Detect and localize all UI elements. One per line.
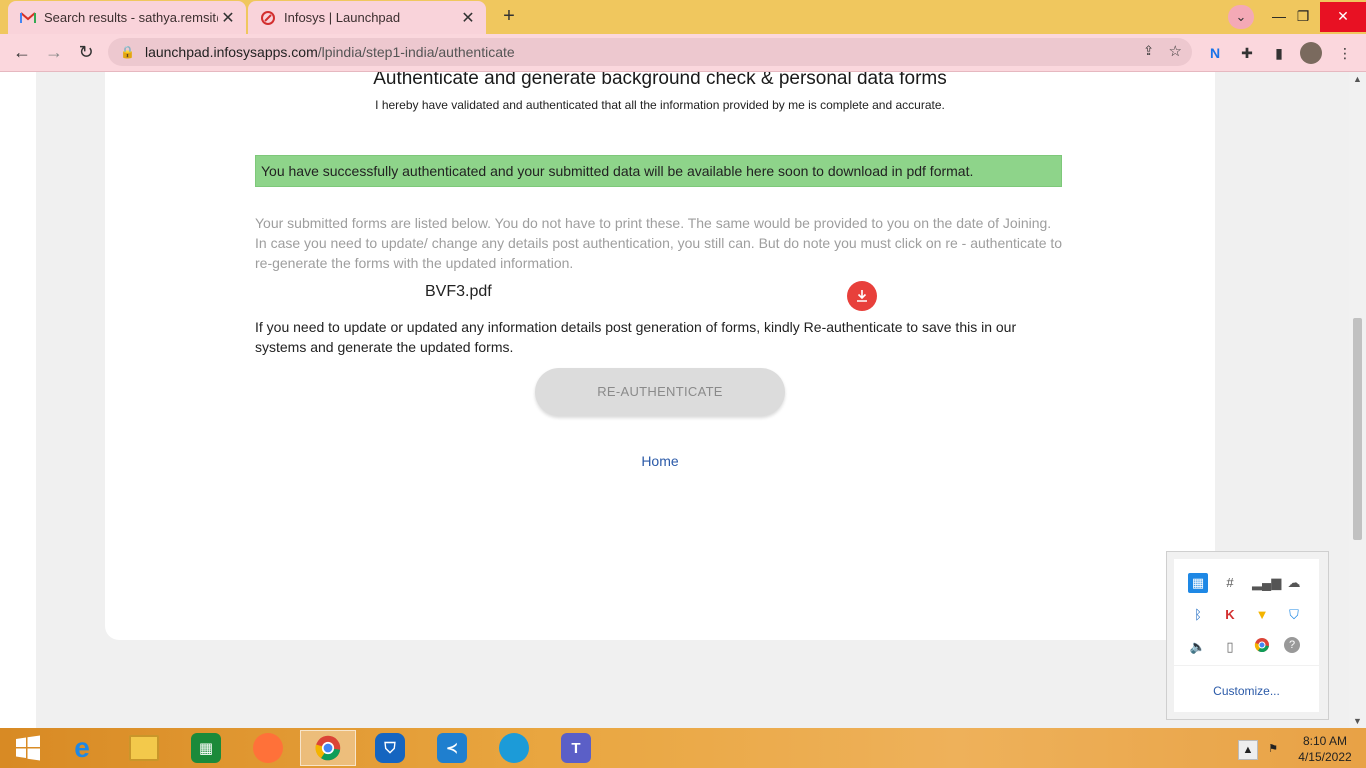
help-icon[interactable]: ? <box>1284 637 1300 653</box>
file-name: BVF3.pdf <box>425 283 492 300</box>
success-alert: You have successfully authenticated and … <box>255 155 1062 187</box>
gmail-icon <box>20 10 36 26</box>
tray-icons-grid: ▦ # ▂▄▆ ☁ ᛒ K ▼ ⛉ 🔈 ▯ ? <box>1174 559 1319 665</box>
share-icon[interactable]: ⇪ <box>1143 43 1154 59</box>
defender-shield-icon[interactable]: ⛉ <box>1284 605 1304 625</box>
close-window-icon[interactable]: ✕ <box>1320 2 1366 32</box>
tab-gmail-search[interactable]: Search results - sathya.remsit@g ✕ <box>8 1 246 34</box>
defender-taskbar-icon[interactable]: ⛉ <box>362 730 418 766</box>
scroll-up-icon[interactable]: ▲ <box>1349 74 1366 84</box>
signal-bars-icon[interactable]: ▂▄▆ <box>1252 573 1281 593</box>
launchpad-icon <box>260 10 276 26</box>
bluetooth-icon[interactable]: ᛒ <box>1188 605 1208 625</box>
wps-icon[interactable]: ▼ <box>1252 605 1272 625</box>
tab-search-icon[interactable]: ⌄ <box>1228 5 1254 29</box>
extension-n-icon[interactable]: N <box>1204 42 1226 64</box>
forward-button[interactable]: → <box>42 40 66 64</box>
download-icon[interactable] <box>847 281 877 311</box>
url-host: launchpad.infosysapps.com <box>144 44 318 60</box>
file-explorer-icon[interactable] <box>116 730 172 766</box>
bookmark-star-icon[interactable]: ☆ <box>1169 42 1182 60</box>
speaker-icon[interactable]: 🔈 <box>1188 637 1208 657</box>
home-link[interactable]: Home <box>105 453 1215 469</box>
chrome-taskbar-icon[interactable] <box>300 730 356 766</box>
show-hidden-icons-button[interactable]: ▲ <box>1238 740 1258 760</box>
tab-title: Infosys | Launchpad <box>284 10 401 25</box>
extensions-puzzle-icon[interactable]: ✚ <box>1236 42 1258 64</box>
url-path: /lpindia/step1-india/authenticate <box>317 44 515 60</box>
address-bar[interactable]: 🔒 launchpad.infosysapps.com/lpindia/step… <box>108 38 1192 66</box>
action-center-flag-icon[interactable]: ⚑ <box>1264 740 1282 758</box>
tab-strip: Search results - sathya.remsit@g ✕ Infos… <box>0 0 1366 34</box>
page-viewport: Authenticate and generate background che… <box>0 72 1349 728</box>
tray-app-blue-icon[interactable]: ▦ <box>1188 573 1208 593</box>
cloud-warning-icon[interactable]: ☁ <box>1284 573 1304 593</box>
tab-infosys-launchpad[interactable]: Infosys | Launchpad ✕ <box>248 1 486 34</box>
page-scrollbar[interactable]: ▲ ▼ <box>1349 72 1366 728</box>
clock-time: 8:10 AM <box>1302 734 1348 748</box>
menu-kebab-icon[interactable]: ⋮ <box>1334 42 1356 64</box>
profile-avatar[interactable] <box>1300 42 1322 64</box>
page-title: Authenticate and generate background che… <box>373 72 947 89</box>
tab-title: Search results - sathya.remsit@g <box>44 10 218 25</box>
lock-icon: 🔒 <box>120 45 135 59</box>
start-button[interactable] <box>0 730 56 766</box>
close-tab-icon[interactable]: ✕ <box>218 8 238 28</box>
battery-icon[interactable]: ▯ <box>1220 637 1240 657</box>
scroll-thumb[interactable] <box>1353 318 1362 540</box>
new-tab-button[interactable]: + <box>496 5 522 29</box>
side-panel-icon[interactable]: ▮ <box>1268 42 1290 64</box>
internet-explorer-icon[interactable]: e <box>54 730 110 766</box>
authenticate-card: Authenticate and generate background che… <box>105 72 1215 640</box>
edge-icon[interactable] <box>486 730 542 766</box>
chrome-icon[interactable] <box>1252 637 1272 657</box>
page-subtitle: I hereby have validated and authenticate… <box>375 98 945 112</box>
reload-button[interactable]: ↻ <box>74 40 98 64</box>
store-icon[interactable]: ▦ <box>178 730 234 766</box>
firefox-icon[interactable] <box>240 730 296 766</box>
tray-overflow-popup: ▦ # ▂▄▆ ☁ ᛒ K ▼ ⛉ 🔈 ▯ ? Customize... <box>1166 551 1329 720</box>
reauthenticate-button[interactable]: RE-AUTHENTICATE <box>535 368 785 416</box>
kaspersky-icon[interactable]: K <box>1220 605 1240 625</box>
left-gutter <box>0 72 36 728</box>
close-tab-icon[interactable]: ✕ <box>458 8 478 28</box>
vscode-icon[interactable]: ≺ <box>424 730 480 766</box>
clock-date: 4/15/2022 <box>1298 750 1352 764</box>
slack-icon[interactable]: # <box>1220 573 1240 593</box>
teams-icon[interactable]: T <box>548 730 604 766</box>
navigation-bar: ← → ↻ 🔒 launchpad.infosysapps.com/lpindi… <box>0 34 1366 72</box>
back-button[interactable]: ← <box>10 40 34 64</box>
scroll-down-icon[interactable]: ▼ <box>1349 716 1366 726</box>
reauth-note: If you need to update or updated any inf… <box>255 319 1017 355</box>
forms-info-text: Your submitted forms are listed below. Y… <box>255 215 1063 271</box>
customize-link[interactable]: Customize... <box>1174 666 1319 712</box>
taskbar: e ▦ ⛉ ≺ T <box>0 728 1366 768</box>
taskbar-clock[interactable]: 8:10 AM 4/15/2022 <box>1290 733 1360 765</box>
